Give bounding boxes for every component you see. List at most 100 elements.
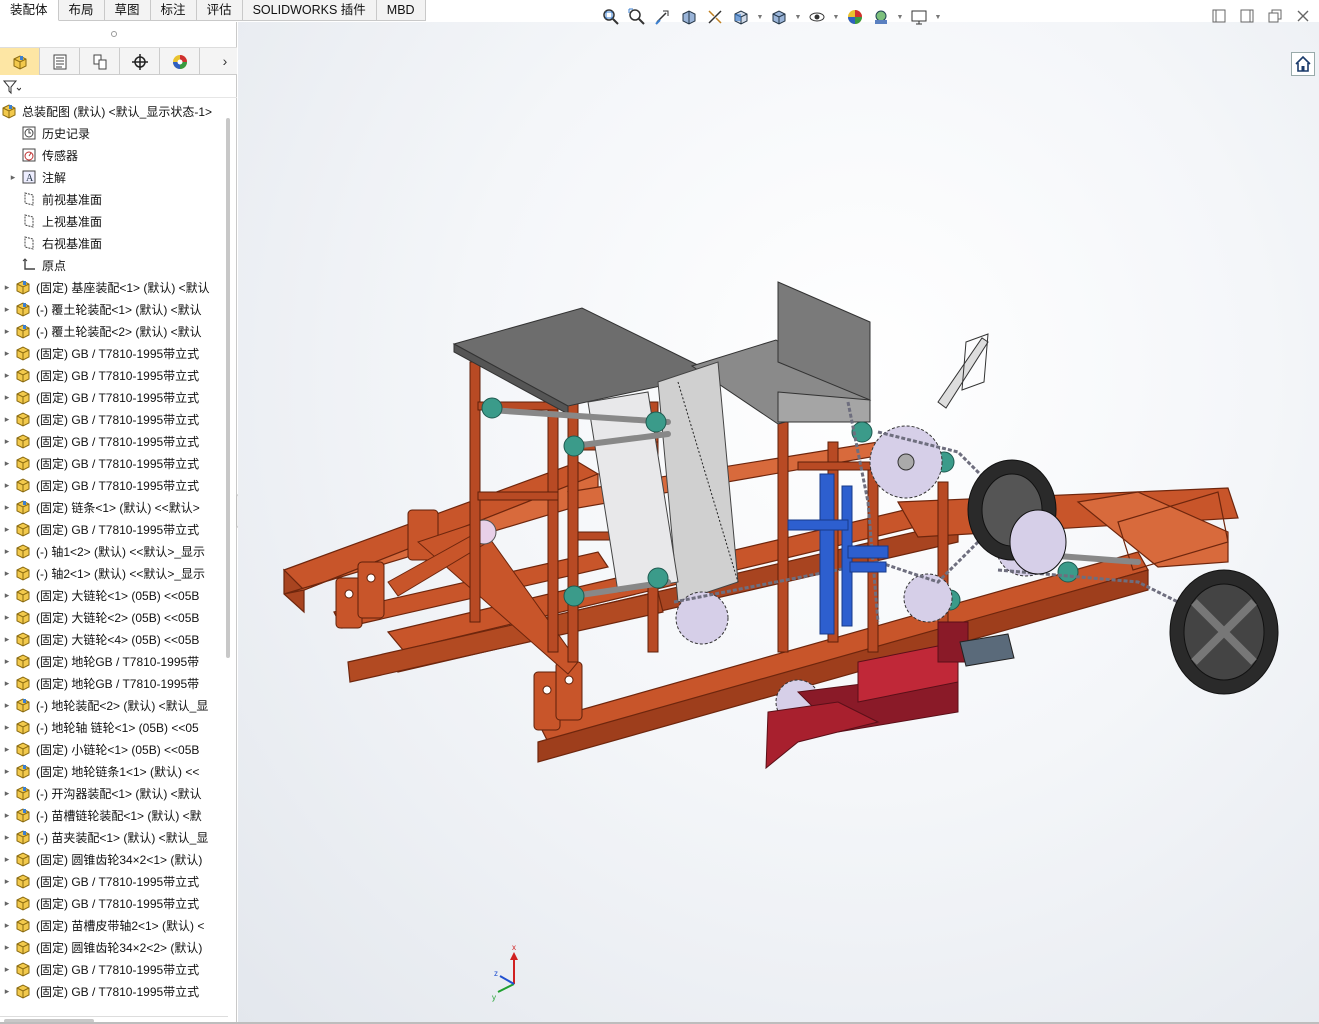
section-view-icon[interactable]	[678, 6, 700, 28]
expand-arrow-icon[interactable]: ▸	[0, 568, 14, 579]
expand-arrow-icon[interactable]: ▸	[0, 612, 14, 623]
tab-solidworks-addins[interactable]: SOLIDWORKS 插件	[243, 0, 377, 21]
tree-component[interactable]: ▸ (固定) 地轮GB / T7810-1995带	[0, 672, 228, 694]
expand-arrow-icon[interactable]: ▸	[0, 590, 14, 601]
tree-component[interactable]: ▸ (固定) GB / T7810-1995带立式	[0, 870, 228, 892]
expand-arrow-icon[interactable]: ▸	[0, 524, 14, 535]
expand-arrow-icon[interactable]: ▸	[0, 766, 14, 777]
zoom-to-fit-icon[interactable]	[600, 6, 622, 28]
expand-arrow-icon[interactable]: ▸	[0, 458, 14, 469]
tree-component[interactable]: ▸ (固定) GB / T7810-1995带立式	[0, 342, 228, 364]
dimxpertmanager-tab[interactable]	[120, 48, 160, 75]
task-pane-home-button[interactable]	[1291, 52, 1315, 76]
expand-arrow-icon[interactable]: ▸	[0, 480, 14, 491]
tree-component[interactable]: ▸ (固定) 基座装配<1> (默认) <默认	[0, 276, 228, 298]
tree-component[interactable]: ▸ (固定) 圆锥齿轮34×2<1> (默认)	[0, 848, 228, 870]
tree-component[interactable]: ▸ (固定) 大链轮<4> (05B) <<05B	[0, 628, 228, 650]
expand-arrow-icon[interactable]: ▸	[0, 282, 14, 293]
tree-component[interactable]: ▸ (固定) GB / T7810-1995带立式	[0, 452, 228, 474]
tree-filter[interactable]	[0, 76, 237, 98]
expand-arrow-icon[interactable]: ▸	[0, 436, 14, 447]
previous-view-icon[interactable]	[652, 6, 674, 28]
featuremanager-tab[interactable]	[0, 48, 40, 75]
expand-arrow-icon[interactable]: ▸	[0, 744, 14, 755]
tree-item[interactable]: 原点	[0, 254, 228, 276]
expand-arrow-icon[interactable]: ▸	[0, 788, 14, 799]
expand-arrow-icon[interactable]: ▸	[6, 172, 20, 183]
expand-arrow-icon[interactable]: ▸	[0, 898, 14, 909]
view-settings-icon[interactable]	[908, 6, 930, 28]
tree-vertical-scrollbar[interactable]	[225, 118, 231, 1018]
zoom-to-area-icon[interactable]	[626, 6, 648, 28]
tree-component[interactable]: ▸ (固定) 大链轮<2> (05B) <<05B	[0, 606, 228, 628]
tree-item[interactable]: ▸ A 注解	[0, 166, 228, 188]
panel-tabs-more-icon[interactable]: ›	[213, 48, 237, 74]
expand-arrow-icon[interactable]: ▸	[0, 832, 14, 843]
expand-arrow-icon[interactable]: ▸	[0, 810, 14, 821]
tree-component[interactable]: ▸ (-) 轴2<1> (默认) <<默认>_显示	[0, 562, 228, 584]
dynamic-annotation-icon[interactable]	[704, 6, 726, 28]
tree-item[interactable]: 历史记录	[0, 122, 228, 144]
tree-component[interactable]: ▸ (-) 苗槽链轮装配<1> (默认) <默	[0, 804, 228, 826]
tree-component[interactable]: ▸ (固定) GB / T7810-1995带立式	[0, 518, 228, 540]
tree-item[interactable]: 上视基准面	[0, 210, 228, 232]
expand-arrow-icon[interactable]: ▸	[0, 700, 14, 711]
displaymanager-tab[interactable]	[160, 48, 200, 75]
view-orientation-icon[interactable]	[730, 6, 752, 28]
view-orientation-dropdown-icon[interactable]: ▼	[756, 14, 764, 21]
hide-show-items-icon[interactable]	[806, 6, 828, 28]
tree-item[interactable]: 传感器	[0, 144, 228, 166]
apply-scene-dropdown-icon[interactable]: ▼	[896, 14, 904, 21]
tab-layout[interactable]: 布局	[59, 0, 105, 21]
tree-component[interactable]: ▸ (固定) GB / T7810-1995带立式	[0, 364, 228, 386]
tree-component[interactable]: ▸ (固定) 地轮链条1<1> (默认) <<	[0, 760, 228, 782]
configurationmanager-tab[interactable]	[80, 48, 120, 75]
expand-arrow-icon[interactable]: ▸	[0, 304, 14, 315]
split-panel-icon[interactable]	[1239, 8, 1255, 24]
expand-arrow-icon[interactable]: ▸	[0, 986, 14, 997]
tree-component[interactable]: ▸ (固定) GB / T7810-1995带立式	[0, 386, 228, 408]
expand-arrow-icon[interactable]: ▸	[0, 964, 14, 975]
expand-arrow-icon[interactable]: ▸	[0, 546, 14, 557]
propertymanager-tab[interactable]	[40, 48, 80, 75]
hide-show-dropdown-icon[interactable]: ▼	[832, 14, 840, 21]
expand-arrow-icon[interactable]: ▸	[0, 942, 14, 953]
expand-arrow-icon[interactable]: ▸	[0, 414, 14, 425]
tree-component[interactable]: ▸ (固定) GB / T7810-1995带立式	[0, 430, 228, 452]
expand-arrow-icon[interactable]: ▸	[0, 920, 14, 931]
tree-component[interactable]: ▸ (固定) 链条<1> (默认) <<默认>	[0, 496, 228, 518]
expand-arrow-icon[interactable]: ▸	[0, 876, 14, 887]
tree-component[interactable]: ▸ (固定) GB / T7810-1995带立式	[0, 958, 228, 980]
tree-component[interactable]: ▸ (-) 地轮装配<2> (默认) <默认_显	[0, 694, 228, 716]
display-style-icon[interactable]	[768, 6, 790, 28]
tab-markup[interactable]: 标注	[151, 0, 197, 21]
tree-component[interactable]: ▸ (-) 轴1<2> (默认) <<默认>_显示	[0, 540, 228, 562]
tree-component[interactable]: ▸ (固定) GB / T7810-1995带立式	[0, 980, 228, 1002]
assembly-model-render[interactable]	[238, 22, 1319, 1024]
graphics-viewport[interactable]: x y z	[238, 22, 1319, 1024]
restore-window-icon[interactable]	[1267, 8, 1283, 24]
display-style-dropdown-icon[interactable]: ▼	[794, 14, 802, 21]
tree-component[interactable]: ▸ (固定) GB / T7810-1995带立式	[0, 892, 228, 914]
tree-component[interactable]: ▸ (-) 苗夹装配<1> (默认) <默认_显	[0, 826, 228, 848]
tree-component[interactable]: ▸ (固定) GB / T7810-1995带立式	[0, 474, 228, 496]
close-window-icon[interactable]	[1295, 8, 1311, 24]
apply-scene-icon[interactable]	[870, 6, 892, 28]
tree-component[interactable]: ▸ (固定) GB / T7810-1995带立式	[0, 408, 228, 430]
expand-arrow-icon[interactable]: ▸	[0, 656, 14, 667]
tree-component[interactable]: ▸ (固定) 小链轮<1> (05B) <<05B	[0, 738, 228, 760]
tab-assembly[interactable]: 装配体	[0, 0, 59, 21]
expand-arrow-icon[interactable]: ▸	[0, 370, 14, 381]
expand-arrow-icon[interactable]: ▸	[0, 502, 14, 513]
tree-component[interactable]: ▸ (固定) 苗槽皮带轴2<1> (默认) <	[0, 914, 228, 936]
tree-root-assembly[interactable]: 总装配图 (默认) <默认_显示状态-1>	[0, 100, 228, 122]
tab-sketch[interactable]: 草图	[105, 0, 151, 21]
expand-arrow-icon[interactable]: ▸	[0, 392, 14, 403]
restore-panel-icon[interactable]	[1211, 8, 1227, 24]
tree-component[interactable]: ▸ (-) 开沟器装配<1> (默认) <默认	[0, 782, 228, 804]
edit-appearance-icon[interactable]	[844, 6, 866, 28]
tree-component[interactable]: ▸ (固定) 地轮GB / T7810-1995带	[0, 650, 228, 672]
expand-arrow-icon[interactable]: ▸	[0, 326, 14, 337]
tab-mbd[interactable]: MBD	[377, 0, 426, 21]
tab-evaluate[interactable]: 评估	[197, 0, 243, 21]
